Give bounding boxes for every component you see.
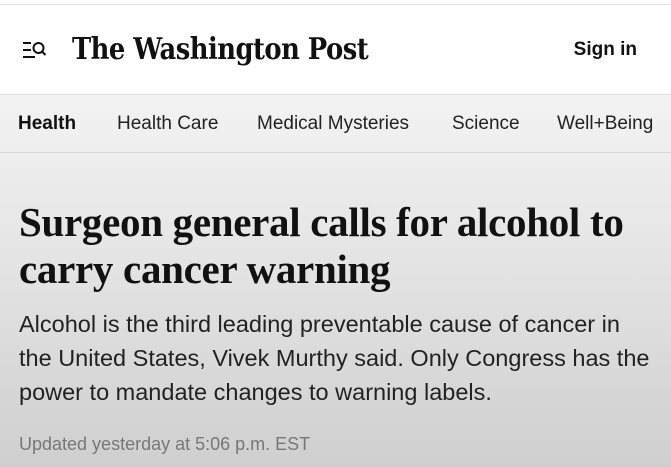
site-logo[interactable]: The Washington Post xyxy=(72,27,369,73)
subnav-item-health[interactable]: Health xyxy=(18,95,76,152)
subnav-item-well-being[interactable]: Well+Being xyxy=(557,95,653,152)
article-timestamp: Updated yesterday at 5:06 p.m. EST xyxy=(19,434,311,454)
masthead: The Washington Post Sign in xyxy=(0,5,671,95)
article-headline[interactable]: Surgeon general calls for alcohol to car… xyxy=(19,199,659,293)
subnav-item-medical-mysteries[interactable]: Medical Mysteries xyxy=(257,95,409,152)
subnav-item-health-care[interactable]: Health Care xyxy=(117,95,218,152)
menu-search-icon xyxy=(23,42,47,58)
article-header: Health Health Care Medical Mysteries Sci… xyxy=(0,95,671,467)
article-dek: Alcohol is the third leading preventable… xyxy=(19,311,650,405)
sign-in-button[interactable]: Sign in xyxy=(574,35,637,65)
section-subnav: Health Health Care Medical Mysteries Sci… xyxy=(0,95,671,153)
menu-button[interactable] xyxy=(18,35,50,65)
subnav-item-science[interactable]: Science xyxy=(452,95,520,152)
